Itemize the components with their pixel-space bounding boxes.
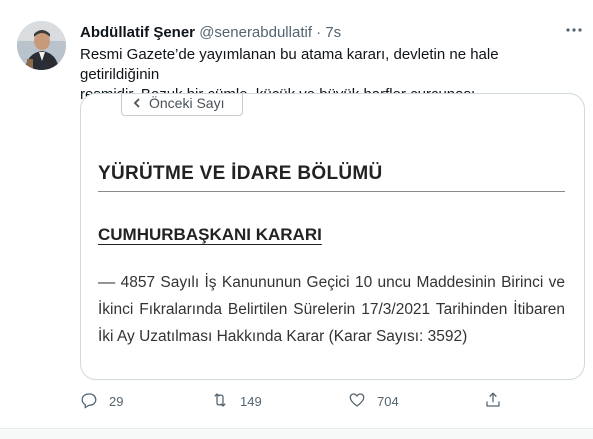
- heart-icon: [348, 391, 366, 412]
- retweet-count: 149: [240, 393, 262, 409]
- tweet-header: Abdüllatif Şener @senerabdullatif · 7s: [80, 23, 341, 43]
- decree-text: –– 4857 Sayılı İş Kanununun Geçici 10 un…: [98, 269, 565, 350]
- decree-title: CUMHURBAŞKANI KARARI: [98, 225, 322, 244]
- share-button[interactable]: [484, 390, 502, 412]
- section-title: YÜRÜTME VE İDARE BÖLÜMÜ: [98, 163, 383, 184]
- reply-button[interactable]: 29: [80, 390, 123, 412]
- retweet-icon: [211, 391, 229, 412]
- author-name[interactable]: Abdüllatif Şener: [80, 24, 195, 41]
- retweet-button[interactable]: 149: [211, 390, 262, 412]
- tweet[interactable]: Abdüllatif Şener @senerabdullatif · 7s R…: [0, 0, 593, 429]
- decree-text-content: –– 4857 Sayılı İş Kanununun Geçici 10 un…: [98, 274, 565, 345]
- previous-issue-button: Önceki Sayı: [121, 94, 243, 116]
- like-button[interactable]: 704: [348, 390, 399, 412]
- more-icon[interactable]: [562, 20, 586, 44]
- avatar[interactable]: [17, 21, 66, 70]
- reply-count: 29: [109, 393, 124, 409]
- tweet-text-line: Resmi Gazete’de yayımlanan bu atama kara…: [80, 46, 499, 83]
- like-count: 704: [377, 393, 399, 409]
- previous-issue-label: Önceki Sayı: [149, 95, 225, 111]
- author-handle[interactable]: @senerabdullatif: [199, 24, 312, 41]
- chevron-left-icon: [133, 94, 142, 127]
- separator: ·: [316, 24, 322, 41]
- share-icon: [484, 391, 502, 412]
- tweet-time[interactable]: 7s: [325, 24, 341, 41]
- tweet-media-image[interactable]: Önceki Sayı YÜRÜTME VE İDARE BÖLÜMÜ CUMH…: [80, 93, 585, 380]
- tweet-actions: 29 149 704: [80, 390, 583, 412]
- avatar-image: [17, 21, 66, 70]
- reply-icon: [80, 391, 98, 412]
- section-divider: [98, 191, 565, 192]
